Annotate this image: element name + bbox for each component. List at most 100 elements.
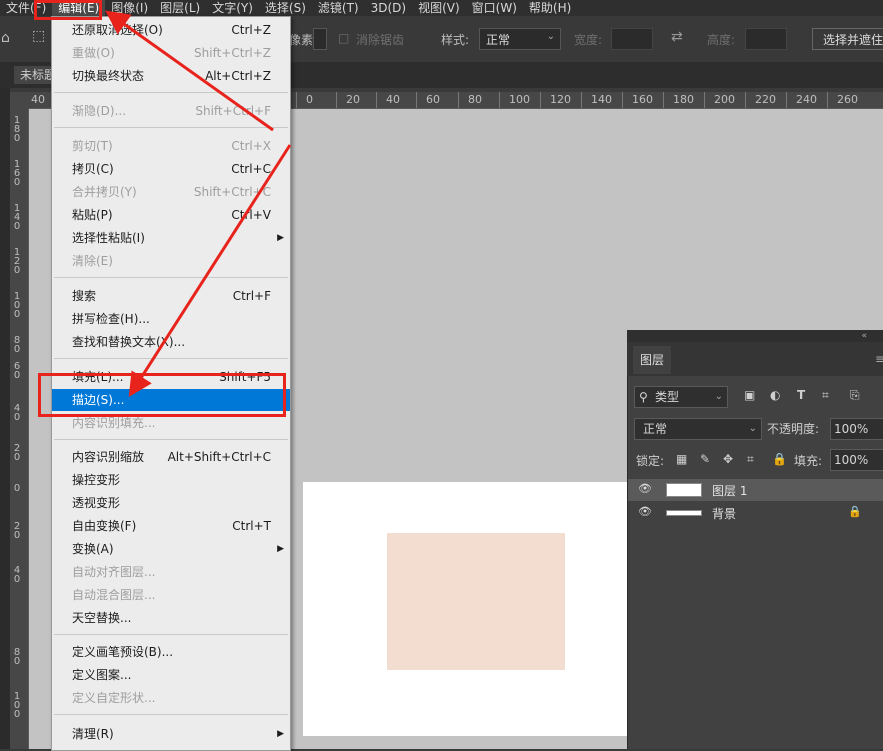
menu-item-clear[interactable]: 清除(E): [52, 250, 290, 272]
shape-filter-icon[interactable]: ⌗: [822, 388, 829, 403]
chevron-down-icon: ⌄: [714, 391, 723, 402]
style-select[interactable]: 正常 ⌄: [479, 28, 561, 50]
menu-3d[interactable]: 3D(D): [365, 0, 412, 16]
feather-input[interactable]: [313, 28, 327, 50]
adjustment-filter-icon[interactable]: ◐: [770, 388, 780, 402]
ruler-tick: 180: [673, 93, 694, 106]
menu-item-content-aware-scale[interactable]: 内容识别缩放 Alt+Shift+Ctrl+C: [52, 446, 290, 468]
panel-menu-icon[interactable]: ≡: [875, 352, 883, 366]
menu-item-purge[interactable]: 清理(R) ▶: [52, 723, 290, 745]
width-input[interactable]: [611, 28, 653, 50]
ruler-tick: 220: [755, 93, 776, 106]
ruler-tickline: [704, 92, 705, 108]
menu-item-copy[interactable]: 拷贝(C) Ctrl+C: [52, 158, 290, 180]
lock-all-icon[interactable]: 🔒: [772, 452, 787, 466]
menu-view[interactable]: 视图(V): [412, 0, 466, 16]
menu-filter[interactable]: 滤镜(T): [312, 0, 365, 16]
pixel-filter-icon[interactable]: ▣: [744, 388, 755, 402]
menu-item-auto-align[interactable]: 自动对齐图层...: [52, 561, 290, 583]
menu-item-free-transform[interactable]: 自由变换(F) Ctrl+T: [52, 515, 290, 537]
fill-value: 100%: [834, 453, 869, 467]
menu-item-toggle-last-state[interactable]: 切换最终状态 Alt+Ctrl+Z: [52, 65, 290, 87]
opacity-value: 100%: [834, 422, 869, 436]
menu-separator: [54, 127, 288, 128]
opacity-input[interactable]: 100%: [830, 418, 883, 440]
menu-item-auto-blend[interactable]: 自动混合图层...: [52, 584, 290, 606]
menu-item-define-brush[interactable]: 定义画笔预设(B)...: [52, 641, 290, 663]
ruler-tickline: [416, 92, 417, 108]
ruler-tickline: [745, 92, 746, 108]
shape-rectangle[interactable]: [387, 533, 565, 670]
menu-item-copy-merged[interactable]: 合并拷贝(Y) Shift+Ctrl+C: [52, 181, 290, 203]
antialias-checkbox[interactable]: □: [338, 31, 349, 45]
menu-item-undo[interactable]: 还原取消选择(O) Ctrl+Z: [52, 19, 290, 41]
lock-transparent-icon[interactable]: ▦: [676, 452, 687, 466]
menu-item-spell-check[interactable]: 拼写检查(H)...: [52, 308, 290, 330]
swap-icon[interactable]: ⇄: [671, 29, 683, 45]
menu-separator: [54, 358, 288, 359]
menu-layer[interactable]: 图层(L): [154, 0, 206, 16]
layer-row[interactable]: 👁 背景 🔒: [628, 502, 883, 524]
menu-window[interactable]: 窗口(W): [466, 0, 523, 16]
ruler-tick: 260: [837, 93, 858, 106]
menu-item-fade[interactable]: 渐隐(D)... Shift+Ctrl+F: [52, 100, 290, 122]
search-icon: ⚲: [639, 390, 648, 404]
ruler-tick: 0: [306, 93, 313, 106]
height-input[interactable]: [745, 28, 787, 50]
menu-item-paste-special[interactable]: 选择性粘贴(I) ▶: [52, 227, 290, 249]
eye-icon[interactable]: 👁: [638, 506, 652, 517]
fill-input[interactable]: 100%: [830, 449, 883, 471]
filter-kind-select[interactable]: ⚲ 类型 ⌄: [634, 386, 728, 408]
ruler-tickline: [499, 92, 500, 108]
menu-item-paste[interactable]: 粘贴(P) Ctrl+V: [52, 204, 290, 226]
ruler-tickline: [622, 92, 623, 108]
menu-item-search[interactable]: 搜索 Ctrl+F: [52, 285, 290, 307]
smart-object-filter-icon[interactable]: ⎘: [850, 388, 860, 403]
menu-image[interactable]: 图像(I): [105, 0, 154, 16]
ruler-tick: 40: [31, 93, 45, 106]
ruler-tickline: [296, 92, 297, 108]
ruler-tickline: [458, 92, 459, 108]
ruler-tick: 120: [550, 93, 571, 106]
opacity-label: 不透明度:: [767, 422, 820, 436]
menu-item-transform[interactable]: 变换(A) ▶: [52, 538, 290, 560]
menu-select[interactable]: 选择(S): [259, 0, 312, 16]
lock-position-icon[interactable]: ✥: [723, 452, 733, 466]
chevron-down-icon: ⌄: [748, 423, 757, 434]
menu-item-puppet-warp[interactable]: 操控变形: [52, 469, 290, 491]
type-filter-icon[interactable]: T: [797, 388, 805, 402]
fill-label: 填充:: [794, 454, 823, 468]
lock-artboard-icon[interactable]: ⌗: [747, 452, 754, 467]
lock-icon: 🔒: [848, 505, 862, 518]
select-mask-button[interactable]: 选择并遮住...: [812, 28, 883, 50]
menu-item-cut[interactable]: 剪切(T) Ctrl+X: [52, 135, 290, 157]
blend-mode-select[interactable]: 正常 ⌄: [634, 418, 762, 440]
menu-item-define-pattern[interactable]: 定义图案...: [52, 664, 290, 686]
height-label: 高度:: [707, 33, 736, 47]
submenu-arrow-icon: ▶: [277, 729, 284, 739]
filter-kind-value: 类型: [655, 390, 680, 404]
ruler-tick: 20: [346, 93, 360, 106]
menu-item-sky-replacement[interactable]: 天空替换...: [52, 607, 290, 629]
ruler-tickline: [376, 92, 377, 108]
chevron-down-icon: ⌄: [546, 31, 555, 42]
layer-row[interactable]: 👁 图层 1: [628, 479, 883, 501]
ruler-tick: 60: [426, 93, 440, 106]
style-value: 正常: [486, 33, 511, 47]
ruler-tick: 40: [386, 93, 400, 106]
annotation-box-stroke: [38, 373, 286, 417]
tab-layers[interactable]: 图层: [633, 346, 671, 374]
menu-item-perspective-warp[interactable]: 透视变形: [52, 492, 290, 514]
ruler-tickline: [581, 92, 582, 108]
lock-brush-icon[interactable]: ✎: [700, 452, 710, 466]
marquee-tool-icon[interactable]: ⬚: [32, 28, 45, 44]
collapse-icon[interactable]: «: [861, 330, 867, 342]
menu-separator: [54, 714, 288, 715]
home-icon[interactable]: ⌂: [1, 30, 10, 46]
menu-item-redo[interactable]: 重做(O) Shift+Ctrl+Z: [52, 42, 290, 64]
menu-item-define-shape[interactable]: 定义自定形状...: [52, 687, 290, 709]
menu-item-find-replace[interactable]: 查找和替换文本(X)...: [52, 331, 290, 353]
menu-type[interactable]: 文字(Y): [206, 0, 259, 16]
menu-help[interactable]: 帮助(H): [523, 0, 577, 16]
eye-icon[interactable]: 👁: [638, 483, 652, 494]
